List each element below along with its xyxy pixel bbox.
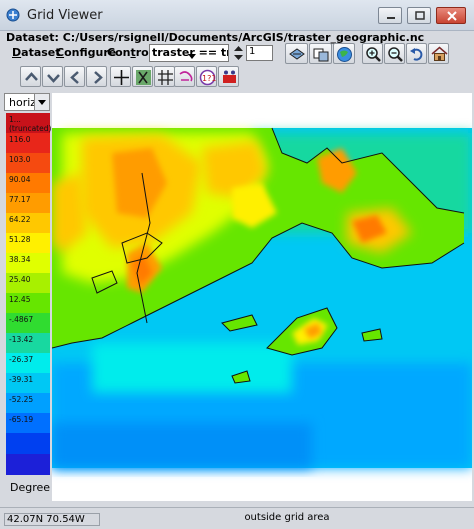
legend-cell-label: 77.17 <box>9 195 31 204</box>
pan-up-button[interactable] <box>20 66 41 87</box>
legend-cell: -39.31 <box>6 373 50 393</box>
legend-cell <box>6 433 50 454</box>
legend-cell: 51.28 <box>6 233 50 253</box>
menu-dataset-mnemonic: D <box>12 46 22 59</box>
cursor-coordinates: 42.07N 70.54W <box>4 513 100 526</box>
legend-cell <box>6 454 50 475</box>
legend-cell: 38.34 <box>6 253 50 273</box>
legend-cell-label: -.4867 <box>9 315 34 324</box>
wind-vectors-button[interactable] <box>174 66 195 87</box>
legend-cell-label: -65.19 <box>9 415 34 424</box>
legend-cell-label: 90.04 <box>9 175 31 184</box>
pan-down-button[interactable] <box>42 66 63 87</box>
legend-cell-label: 103.0 <box>9 155 31 164</box>
legend-cell-label: 64.22 <box>9 215 31 224</box>
close-button[interactable] <box>436 7 466 24</box>
legend-cell: 1... (truncated) <box>6 113 52 133</box>
deepest-water <box>52 423 312 468</box>
legend-cell-label: 1... (truncated) <box>9 115 52 133</box>
legend-cell-label: 38.34 <box>9 255 31 264</box>
legend-cell: 90.04 <box>6 173 50 193</box>
raster-map[interactable] <box>51 93 472 501</box>
legend-cell-label: 116.0 <box>9 135 31 144</box>
legend-cell: 12.45 <box>6 293 50 313</box>
grid-toggle-button[interactable] <box>154 66 175 87</box>
legend-cell-label: -26.37 <box>9 355 34 364</box>
map-viewport[interactable] <box>51 93 472 501</box>
pan-left-button[interactable] <box>64 66 85 87</box>
minimize-button[interactable] <box>378 7 402 24</box>
app-icon <box>6 8 20 22</box>
shoal-water <box>92 343 292 393</box>
status-bar: 42.07N 70.54W outside grid area <box>0 507 474 529</box>
status-message: outside grid area <box>244 512 330 523</box>
globe-button[interactable] <box>333 43 355 64</box>
legend-cell: 116.0 <box>6 133 50 153</box>
legend-cell: -52.25 <box>6 393 50 413</box>
menu-dataset-label: ataset <box>21 46 61 59</box>
legend-cell-label: 12.45 <box>9 295 31 304</box>
color-legend: horiz 1... (truncated) 116.0 103.0 90.04… <box>4 93 52 503</box>
legend-cell-label: 51.28 <box>9 235 31 244</box>
crosshair-button[interactable] <box>110 66 131 87</box>
field-select[interactable]: traster == traster <box>149 44 229 62</box>
legend-cell: -13.42 <box>6 333 50 353</box>
data-probe-button[interactable]: 1?1 <box>196 66 217 87</box>
redraw-button[interactable] <box>285 43 308 64</box>
animation-button[interactable] <box>218 66 239 87</box>
legend-cell: -26.37 <box>6 353 50 373</box>
legend-cell: -.4867 <box>6 313 50 333</box>
legend-cell: 77.17 <box>6 193 50 213</box>
chevron-down-icon[interactable] <box>34 94 49 110</box>
window-title: Grid Viewer <box>27 8 103 23</box>
variable-select-value: horiz <box>9 96 37 109</box>
zoom-in-button[interactable] <box>362 43 383 64</box>
map-tool-button[interactable] <box>132 66 153 87</box>
navigation-toolbar: 1?1 <box>0 66 474 88</box>
main-toolbar: Dataset Configure Controls traster == tr… <box>0 42 474 64</box>
chevron-down-icon <box>188 54 196 59</box>
legend-cell: 25.40 <box>6 273 50 293</box>
legend-cell-label: -13.42 <box>9 335 34 344</box>
color-scale: 1... (truncated) 116.0 103.0 90.04 77.17… <box>6 113 52 475</box>
legend-cell-label: -52.25 <box>9 395 34 404</box>
undo-zoom-button[interactable] <box>406 43 427 64</box>
level-spinner-arrows[interactable] <box>233 45 244 61</box>
level-input[interactable]: 1 <box>246 45 273 61</box>
menu-dataset[interactable]: Dataset <box>12 46 61 59</box>
legend-cell: -65.19 <box>6 413 50 433</box>
pan-right-button[interactable] <box>86 66 107 87</box>
swap-button[interactable] <box>309 43 332 64</box>
legend-cell-label: 25.40 <box>9 275 31 284</box>
maximize-button[interactable] <box>407 7 431 24</box>
title-bar: Grid Viewer <box>0 0 474 31</box>
legend-cell: 103.0 <box>6 153 50 173</box>
svg-text:1?1: 1?1 <box>202 74 216 83</box>
legend-cell-label: -39.31 <box>9 375 34 384</box>
home-button[interactable] <box>428 43 449 64</box>
menu-configure-mnemonic: C <box>56 46 65 59</box>
variable-select[interactable]: horiz <box>4 93 50 111</box>
menu-controls-prefix: Con <box>107 46 131 59</box>
legend-unit: Degree <box>10 481 51 494</box>
zoom-out-button[interactable] <box>384 43 405 64</box>
legend-cell: 64.22 <box>6 213 50 233</box>
